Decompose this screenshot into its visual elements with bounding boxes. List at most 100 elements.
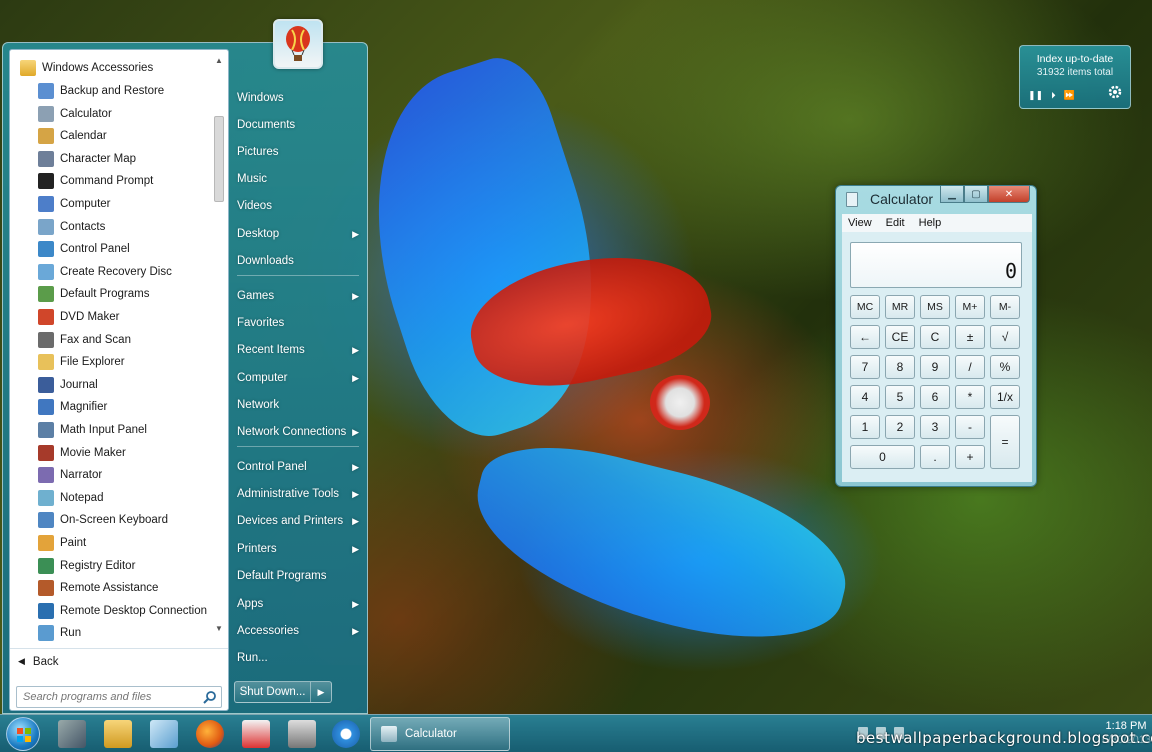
user-picture[interactable] [273, 19, 323, 69]
program-item[interactable]: Movie Maker [14, 442, 210, 464]
start-link-item[interactable]: Administrative Tools ▶ [237, 483, 363, 505]
minimize-button[interactable]: ▁ [940, 186, 964, 203]
start-link-item[interactable]: Music [237, 168, 363, 190]
program-item[interactable]: Math Input Panel [14, 419, 210, 441]
calc-menu-item[interactable]: View [848, 217, 872, 229]
calc-key[interactable]: 4 [850, 385, 880, 409]
firefox-icon[interactable] [196, 720, 224, 748]
program-item[interactable]: Calculator [14, 103, 210, 125]
calc-key[interactable]: CE [885, 325, 915, 349]
calc-memory-key[interactable]: M+ [955, 295, 985, 319]
pdf-reader-icon[interactable] [242, 720, 270, 748]
folder-windows-accessories[interactable]: Windows Accessories [14, 57, 210, 79]
program-item[interactable]: Command Prompt [14, 170, 210, 192]
calc-key[interactable]: 1/x [990, 385, 1020, 409]
pause-icon[interactable]: ❚❚ [1028, 90, 1043, 101]
calc-key[interactable]: √ [990, 325, 1020, 349]
calc-key[interactable]: C [920, 325, 950, 349]
program-item[interactable]: Notepad [14, 487, 210, 509]
start-link-item[interactable]: Games ▶ [237, 285, 363, 307]
taskbar-calculator-button[interactable]: Calculator [370, 717, 510, 751]
start-link-item[interactable]: Apps ▶ [237, 593, 363, 615]
scroll-up-arrow[interactable]: ▲ [214, 56, 224, 66]
calc-key[interactable]: 9 [920, 355, 950, 379]
start-link-item[interactable]: Pictures [237, 141, 363, 163]
program-item[interactable]: File Explorer [14, 351, 210, 373]
calc-equals-key[interactable]: = [990, 415, 1020, 469]
calc-memory-key[interactable]: MS [920, 295, 950, 319]
play-icon[interactable]: ⏵ [1051, 90, 1056, 101]
program-item[interactable]: Computer [14, 193, 210, 215]
program-item[interactable]: Remote Assistance [14, 577, 210, 599]
internet-explorer-icon[interactable] [332, 720, 360, 748]
notepad-icon[interactable] [150, 720, 178, 748]
calc-key[interactable]: 0 [850, 445, 915, 469]
program-item[interactable]: Character Map [14, 148, 210, 170]
calc-menu-item[interactable]: Edit [886, 217, 905, 229]
calc-key[interactable]: + [955, 445, 985, 469]
program-item[interactable]: Remote Desktop Connection [14, 600, 210, 622]
calculator-pinned-icon[interactable] [288, 720, 316, 748]
gear-icon[interactable] [1106, 83, 1124, 104]
fast-forward-icon[interactable]: ⏩ [1064, 90, 1075, 101]
start-link-item[interactable]: Documents [237, 114, 363, 136]
back-button[interactable]: ◀ Back [10, 648, 228, 674]
calc-key[interactable]: 2 [885, 415, 915, 439]
maximize-button[interactable]: ▢ [964, 186, 988, 203]
start-link-item[interactable]: Desktop ▶ [237, 223, 363, 245]
calc-memory-key[interactable]: MR [885, 295, 915, 319]
program-item[interactable]: Journal [14, 374, 210, 396]
program-item[interactable]: Calendar [14, 125, 210, 147]
start-link-item[interactable]: Run... [237, 647, 363, 669]
control-panel-icon[interactable] [58, 720, 86, 748]
calc-key[interactable]: 3 [920, 415, 950, 439]
shutdown-options-arrow[interactable]: ▶ [311, 682, 331, 702]
programs-scrollbar[interactable]: ▲ ▼ [212, 54, 226, 638]
start-link-item[interactable]: Control Panel ▶ [237, 456, 363, 478]
search-box[interactable] [16, 686, 222, 708]
close-button[interactable]: ✕ [988, 186, 1030, 203]
calc-key[interactable]: 7 [850, 355, 880, 379]
start-link-item[interactable]: Recent Items ▶ [237, 339, 363, 361]
program-item[interactable]: Contacts [14, 216, 210, 238]
start-link-item[interactable]: Devices and Printers ▶ [237, 510, 363, 532]
calc-menu-item[interactable]: Help [919, 217, 942, 229]
start-button[interactable] [6, 717, 40, 751]
start-link-item[interactable]: Videos [237, 195, 363, 217]
program-item[interactable]: Fax and Scan [14, 329, 210, 351]
calc-key[interactable]: ± [955, 325, 985, 349]
shutdown-button[interactable]: Shut Down... ▶ [234, 681, 332, 703]
program-item[interactable]: On-Screen Keyboard [14, 509, 210, 531]
program-item[interactable]: Control Panel [14, 238, 210, 260]
start-link-item[interactable]: Computer ▶ [237, 367, 363, 389]
start-link-item[interactable]: Network Connections ▶ [237, 421, 363, 443]
calc-memory-key[interactable]: MC [850, 295, 880, 319]
program-item[interactable]: Paint [14, 532, 210, 554]
program-item[interactable]: Default Programs [14, 283, 210, 305]
program-item[interactable]: Registry Editor [14, 555, 210, 577]
start-link-item[interactable]: Accessories ▶ [237, 620, 363, 642]
calc-key[interactable]: % [990, 355, 1020, 379]
search-icon[interactable] [203, 690, 217, 704]
calc-key[interactable]: . [920, 445, 950, 469]
calc-key[interactable]: ← [850, 325, 880, 349]
search-input[interactable] [17, 687, 197, 707]
program-item[interactable]: Backup and Restore [14, 80, 210, 102]
file-explorer-icon[interactable] [104, 720, 132, 748]
program-item[interactable]: Run [14, 622, 210, 644]
start-link-item[interactable]: Printers ▶ [237, 538, 363, 560]
start-link-item[interactable]: Favorites [237, 312, 363, 334]
calc-key[interactable]: 8 [885, 355, 915, 379]
calc-key[interactable]: 6 [920, 385, 950, 409]
program-item[interactable]: Magnifier [14, 396, 210, 418]
program-item[interactable]: DVD Maker [14, 306, 210, 328]
start-link-item[interactable]: Downloads [237, 250, 363, 272]
calc-key[interactable]: * [955, 385, 985, 409]
program-item[interactable]: Narrator [14, 464, 210, 486]
start-link-item[interactable]: Default Programs [237, 565, 363, 587]
calc-memory-key[interactable]: M- [990, 295, 1020, 319]
calc-key[interactable]: 1 [850, 415, 880, 439]
calc-key[interactable]: - [955, 415, 985, 439]
calc-key[interactable]: 5 [885, 385, 915, 409]
scroll-thumb[interactable] [214, 116, 224, 202]
